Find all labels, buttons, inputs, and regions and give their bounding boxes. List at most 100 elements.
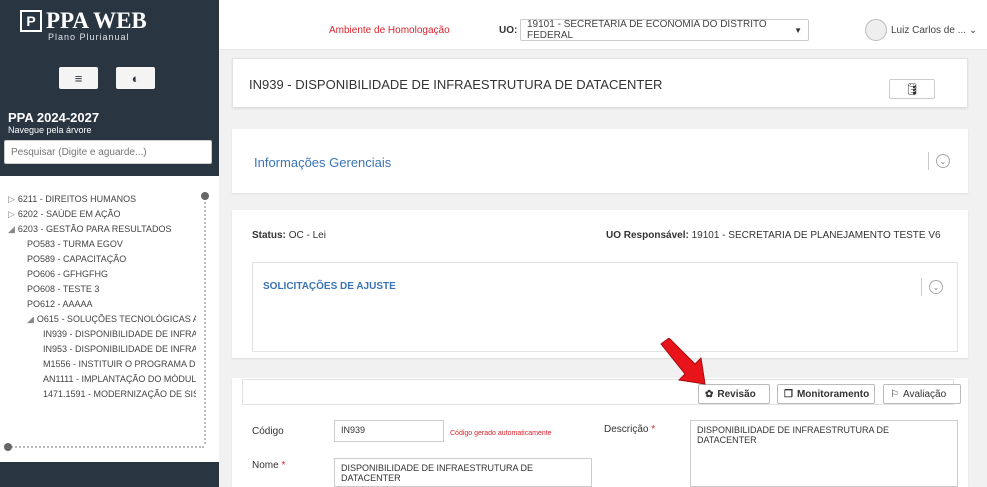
tree-item[interactable]: ▷ 6211 - DIREITOS HUMANOS (8, 194, 196, 205)
tree-item-label: 6211 - DIREITOS HUMANOS (17, 194, 137, 204)
descricao-field[interactable]: DISPONIBILIDADE DE INFRAESTRUTURA DE DAT… (690, 420, 958, 487)
status-card: Status: OC - Lei UO Responsável: 19101 -… (232, 210, 968, 358)
expand-icon[interactable]: ▷ (8, 194, 15, 204)
nome-label-wrap: Nome * (252, 460, 285, 471)
uo-responsavel-text: UO Responsável: 19101 - SECRETARIA DE PL… (606, 230, 941, 241)
flag-icon: ⚐ (890, 388, 899, 400)
page-title: IN939 - DISPONIBILIDADE DE INFRAESTRUTUR… (249, 77, 663, 92)
logo[interactable]: P PPA WEB Plano Plurianual (20, 8, 147, 42)
user-menu[interactable]: Luiz Carlos de ... ⌄ (891, 25, 977, 36)
tree-item-label: PO589 - CAPACITAÇÃO (27, 254, 127, 264)
chevron-down-icon[interactable]: ⌄ (929, 280, 943, 294)
tree-item[interactable]: PO606 - GFHGFHG (27, 269, 196, 279)
nome-field[interactable]: DISPONIBILIDADE DE INFRAESTRUTURA DE DAT… (334, 458, 592, 487)
environment-label: Ambiente de Homologação (329, 25, 450, 36)
solicitacoes-panel[interactable]: SOLICITAÇÕES DE AJUSTE ⌄ (252, 262, 958, 352)
action-toolbar: ✿ Revisão ❐ Monitoramento ⚐ Avaliação (242, 379, 961, 405)
status-text: Status: OC - Lei (252, 230, 326, 241)
chevron-down-icon[interactable]: ⌄ (936, 154, 950, 168)
monitoramento-label: Monitoramento (796, 388, 870, 400)
gear-icon: ✿ (705, 388, 714, 400)
descricao-label-wrap: Descrição * (604, 424, 655, 435)
status-label: Status: (252, 230, 286, 241)
tree-item[interactable]: PO608 - TESTE 3 (27, 284, 196, 294)
tree-search-input[interactable] (4, 140, 212, 164)
logo-title: PPA WEB (46, 8, 147, 33)
tree-panel: ▷ 6211 - DIREITOS HUMANOS ▷ 6202 - SAÚDE EM… (0, 176, 219, 462)
vertical-scrollbar[interactable] (204, 194, 206, 444)
uo-select-value: 19101 - SECRETARIA DE ECONOMIA DO DISTRI… (527, 19, 767, 41)
tree-item[interactable]: IN953 - DISPONIBILIDADE DE INFRAE (43, 344, 196, 354)
uo-responsavel-value: 19101 - SECRETARIA DE PLANEJAMENTO TESTE… (691, 230, 941, 241)
required-mark: * (281, 460, 286, 471)
chart-button[interactable]: ◐ (116, 67, 155, 89)
tree-item[interactable]: ◢ O615 - SOLUÇÕES TECNOLÓGICAS A SE (27, 314, 196, 325)
tree-item[interactable]: PO612 - AAAAA (27, 299, 196, 309)
form-card: ✿ Revisão ❐ Monitoramento ⚐ Avaliação Có… (232, 378, 968, 487)
caret-down-icon: ▼ (794, 25, 802, 35)
tree-item[interactable]: ◢ 6203 - GESTÃO PARA RESULTADOS (8, 224, 196, 235)
vertical-scroll-thumb[interactable] (201, 192, 209, 200)
tree-item[interactable]: AN1111 - IMPLANTAÇÃO DO MÓDULC (43, 374, 196, 384)
ppa-logo-icon: P (20, 10, 42, 32)
copy-icon: ❐ (784, 388, 793, 400)
pointer-arrow-icon (660, 338, 706, 385)
logo-subtitle: Plano Plurianual (48, 32, 130, 42)
title-card: IN939 - DISPONIBILIDADE DE INFRAESTRUTUR… (232, 58, 968, 108)
expand-icon[interactable]: ▷ (8, 209, 15, 219)
tree-item-label: PO608 - TESTE 3 (27, 284, 100, 294)
status-value: OC - Lei (288, 230, 326, 241)
tree-item[interactable]: 1471.1591 - MODERNIZAÇÃO DE SIS1 (43, 389, 196, 399)
avaliacao-label: Avaliação (902, 388, 947, 400)
tree-item-label: IN953 - DISPONIBILIDADE DE INFRAE (43, 344, 196, 354)
tree-item[interactable]: M1556 - INSTITUIR O PROGRAMA DE (43, 359, 196, 369)
divider (921, 278, 922, 296)
pie-chart-icon: ◐ (131, 70, 140, 86)
tree-item-label: O615 - SOLUÇÕES TECNOLÓGICAS A SE (36, 314, 196, 324)
tree-item-label: PO583 - TURMA EGOV (27, 239, 123, 249)
tree-item[interactable]: PO589 - CAPACITAÇÃO (27, 254, 196, 264)
descricao-label: Descrição (604, 424, 649, 435)
info-card[interactable]: Informações Gerenciais ⌄ (232, 129, 968, 193)
solicitacoes-title[interactable]: SOLICITAÇÕES DE AJUSTE (263, 281, 396, 292)
tree-item-label: 6203 - GESTÃO PARA RESULTADOS (17, 224, 172, 234)
horizontal-scrollbar[interactable] (8, 446, 204, 448)
tree-item-label: AN1111 - IMPLANTAÇÃO DO MÓDULC (43, 374, 196, 384)
tree-item-label: 1471.1591 - MODERNIZAÇÃO DE SIS1 (43, 389, 196, 399)
required-mark: * (651, 424, 656, 435)
sidebar: P PPA WEB Plano Plurianual ≡ ◐ PPA 2024-… (0, 0, 219, 487)
revisao-button[interactable]: ✿ Revisão (698, 384, 770, 404)
tree-item-label: PO612 - AAAAA (27, 299, 93, 309)
top-bar: Ambiente de Homologação UO: 19101 - SECR… (219, 0, 987, 50)
tree-item[interactable]: IN939 - DISPONIBILIDADE DE INFRAE (43, 329, 196, 339)
monitoramento-button[interactable]: ❐ Monitoramento (777, 384, 875, 404)
codigo-field[interactable]: IN939 (334, 420, 444, 442)
database-button[interactable]: 🛢 (889, 79, 935, 99)
uo-label: UO: (499, 25, 518, 36)
tree-item[interactable]: ▷ 6202 - SAÚDE EM AÇÃO (8, 209, 196, 220)
nome-label: Nome (252, 460, 279, 471)
avaliacao-button[interactable]: ⚐ Avaliação (883, 384, 961, 404)
ppa-subtitle: Navegue pela árvore (8, 125, 92, 135)
codigo-label: Código (252, 426, 284, 437)
tree-item-label: IN939 - DISPONIBILIDADE DE INFRAE (43, 329, 196, 339)
collapse-icon[interactable]: ◢ (27, 314, 34, 324)
tree-item-label: M1556 - INSTITUIR O PROGRAMA DE (43, 359, 196, 369)
divider (928, 152, 929, 170)
hamburger-icon: ≡ (74, 70, 83, 86)
avatar[interactable] (865, 19, 887, 41)
tree-item-label: PO606 - GFHGFHG (27, 269, 109, 279)
database-icon: 🛢 (904, 82, 920, 96)
revisao-label: Revisão (717, 388, 756, 400)
tree-item[interactable]: PO583 - TURMA EGOV (27, 239, 196, 249)
uo-select[interactable]: 19101 - SECRETARIA DE ECONOMIA DO DISTRI… (520, 19, 809, 41)
menu-toggle-button[interactable]: ≡ (59, 67, 98, 89)
codigo-auto-note: Código gerado automaticamente (450, 430, 552, 437)
main-content: IN939 - DISPONIBILIDADE DE INFRAESTRUTUR… (219, 50, 987, 487)
tree-item-label: 6202 - SAÚDE EM AÇÃO (17, 209, 121, 219)
uo-responsavel-label: UO Responsável: (606, 230, 689, 241)
info-section-title[interactable]: Informações Gerenciais (254, 155, 391, 170)
horizontal-scroll-thumb[interactable] (4, 443, 12, 451)
collapse-icon[interactable]: ◢ (8, 224, 15, 234)
ppa-title: PPA 2024-2027 (8, 110, 100, 125)
